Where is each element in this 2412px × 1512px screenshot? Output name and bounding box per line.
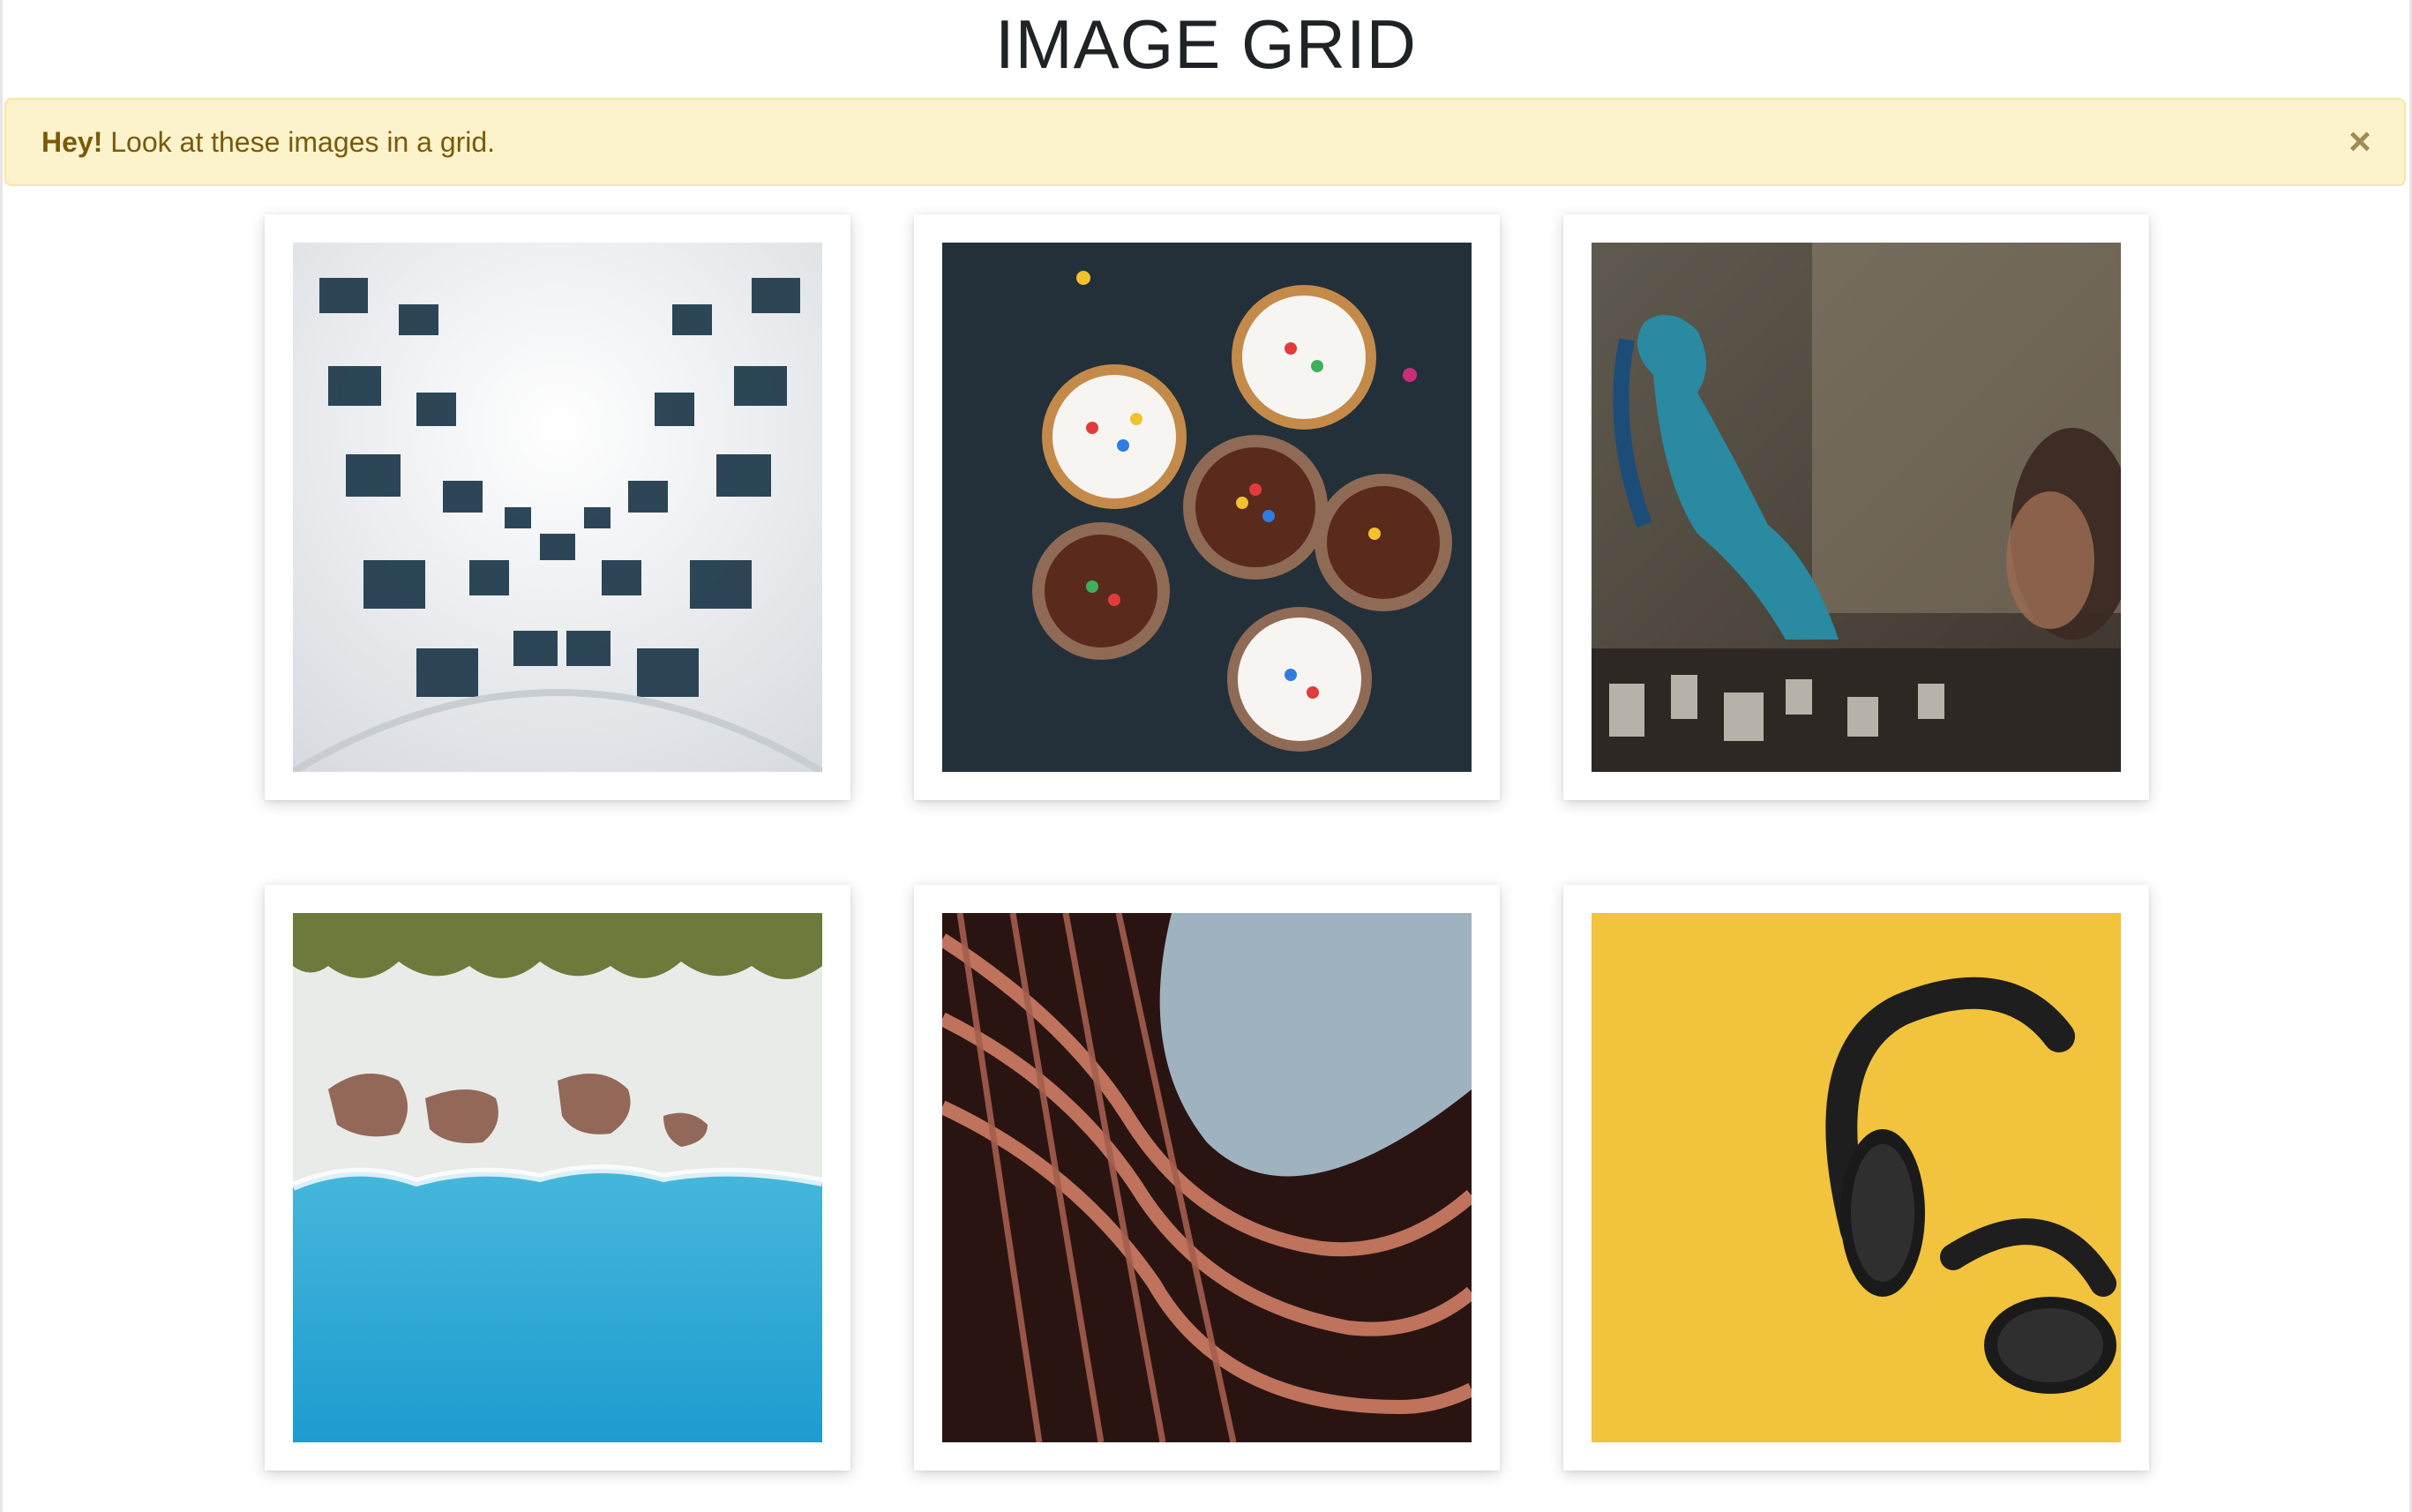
image-card-1[interactable] [265, 214, 850, 800]
image-card-6[interactable] [1563, 885, 2149, 1471]
image-card-4[interactable] [265, 885, 850, 1471]
alert-banner: Hey! Look at these images in a grid. × [4, 98, 2406, 186]
image-building-upward-windows [293, 243, 822, 772]
close-icon[interactable]: × [2341, 123, 2379, 161]
image-cupcakes-sprinkles [942, 243, 1472, 772]
image-card-3[interactable] [1563, 214, 2149, 800]
image-card-5[interactable] [914, 885, 1500, 1471]
image-curved-building-facade [942, 913, 1472, 1442]
page-title: IMAGE GRID [994, 5, 1418, 83]
image-aerial-beach-ocean [293, 913, 822, 1442]
image-headphones-yellow [1592, 913, 2121, 1442]
alert-strong: Hey! [41, 126, 103, 158]
image-graffiti-wall-woman [1592, 243, 2121, 772]
alert-message: Look at these images in a grid. [102, 126, 496, 158]
image-card-2[interactable] [914, 214, 1500, 800]
